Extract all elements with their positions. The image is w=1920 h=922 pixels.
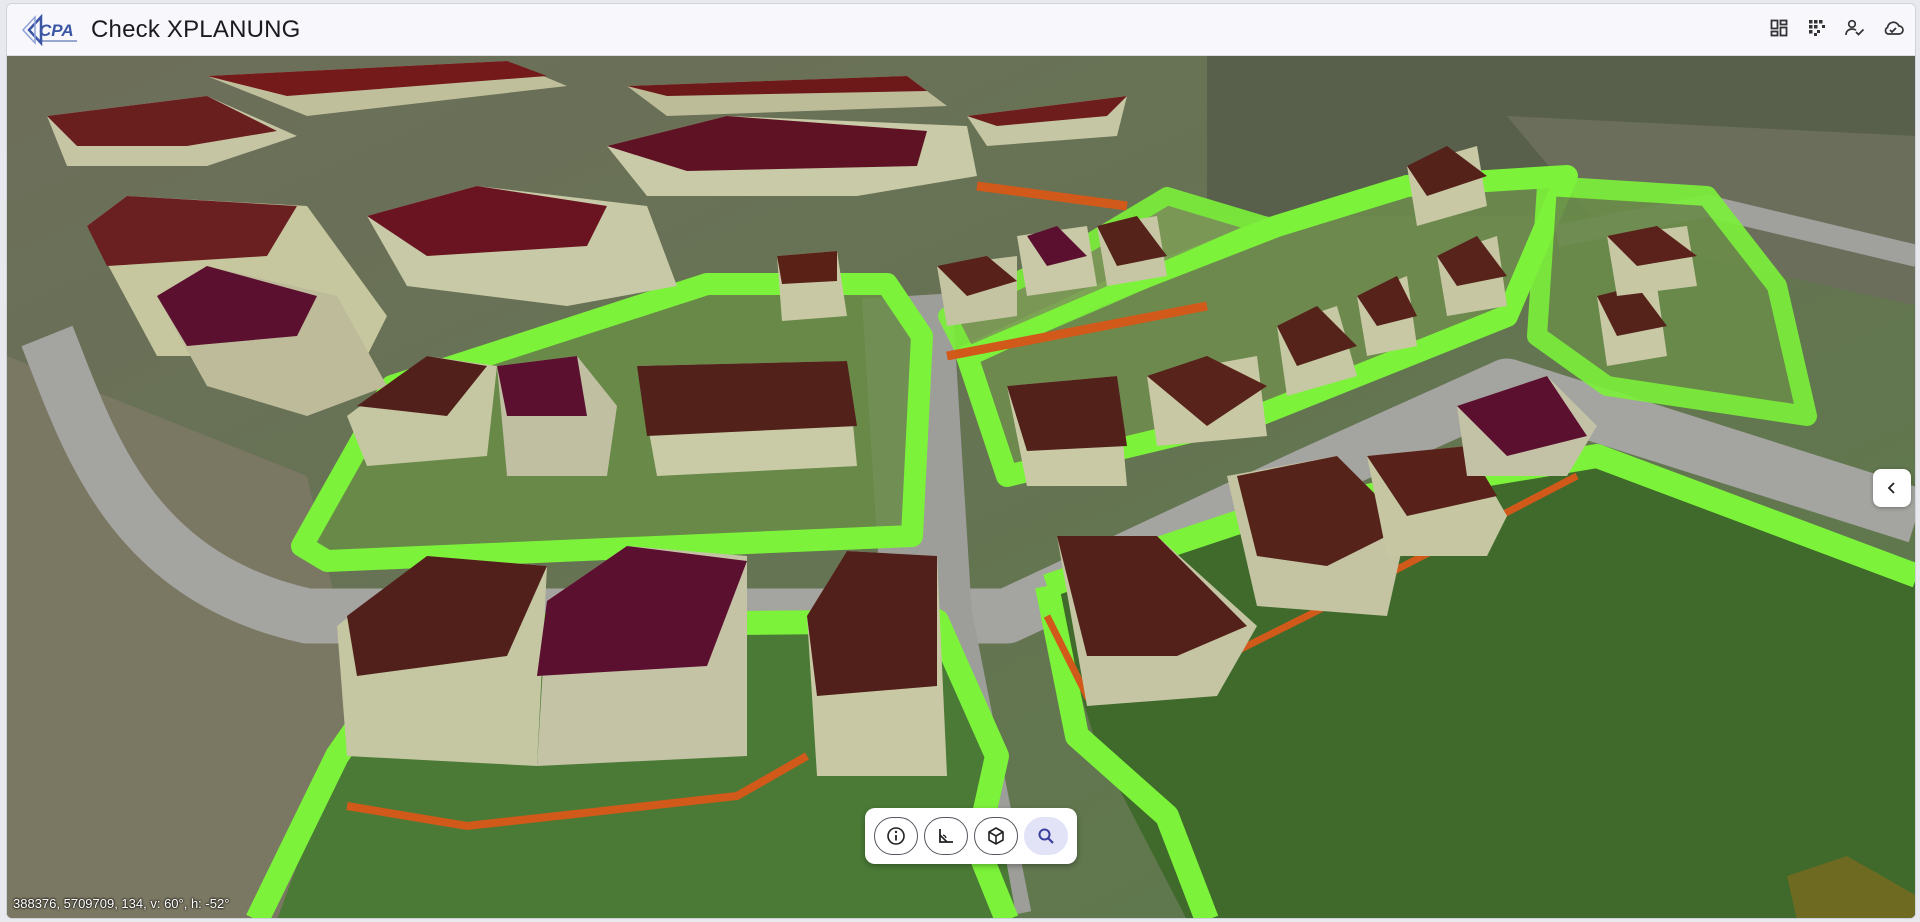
cloud-check-icon[interactable]: [1881, 16, 1905, 40]
3d-map-view[interactable]: 388376, 5709709, 134, v: 60°, h: -52°: [7, 56, 1915, 918]
app-window: CPA Check XPLANUNG 388376, 5709709, 134,…: [6, 3, 1916, 919]
search-icon: [1038, 828, 1054, 844]
measure-button[interactable]: [924, 817, 968, 855]
header-actions: [1767, 16, 1905, 40]
app-title: Check XPLANUNG: [91, 15, 301, 43]
info-icon: [887, 827, 905, 845]
cpa-logo: CPA: [21, 13, 79, 47]
map-toolbar: [865, 808, 1077, 864]
svg-text:CPA: CPA: [39, 21, 74, 40]
app-header: CPA Check XPLANUNG: [7, 4, 1915, 56]
search-button[interactable]: [1024, 817, 1068, 855]
user-check-icon[interactable]: [1843, 16, 1867, 40]
layout-grid-icon[interactable]: [1767, 16, 1791, 40]
grid-dots-icon[interactable]: [1805, 16, 1829, 40]
measure-icon: [939, 829, 953, 843]
info-button[interactable]: [874, 817, 918, 855]
3d-view-button[interactable]: [974, 817, 1018, 855]
map-scene: [7, 56, 1915, 918]
side-panel-toggle[interactable]: [1873, 469, 1911, 507]
chevron-left-icon: [1887, 482, 1895, 494]
cube-icon: [988, 827, 1004, 845]
camera-coordinates: 388376, 5709709, 134, v: 60°, h: -52°: [13, 896, 230, 911]
